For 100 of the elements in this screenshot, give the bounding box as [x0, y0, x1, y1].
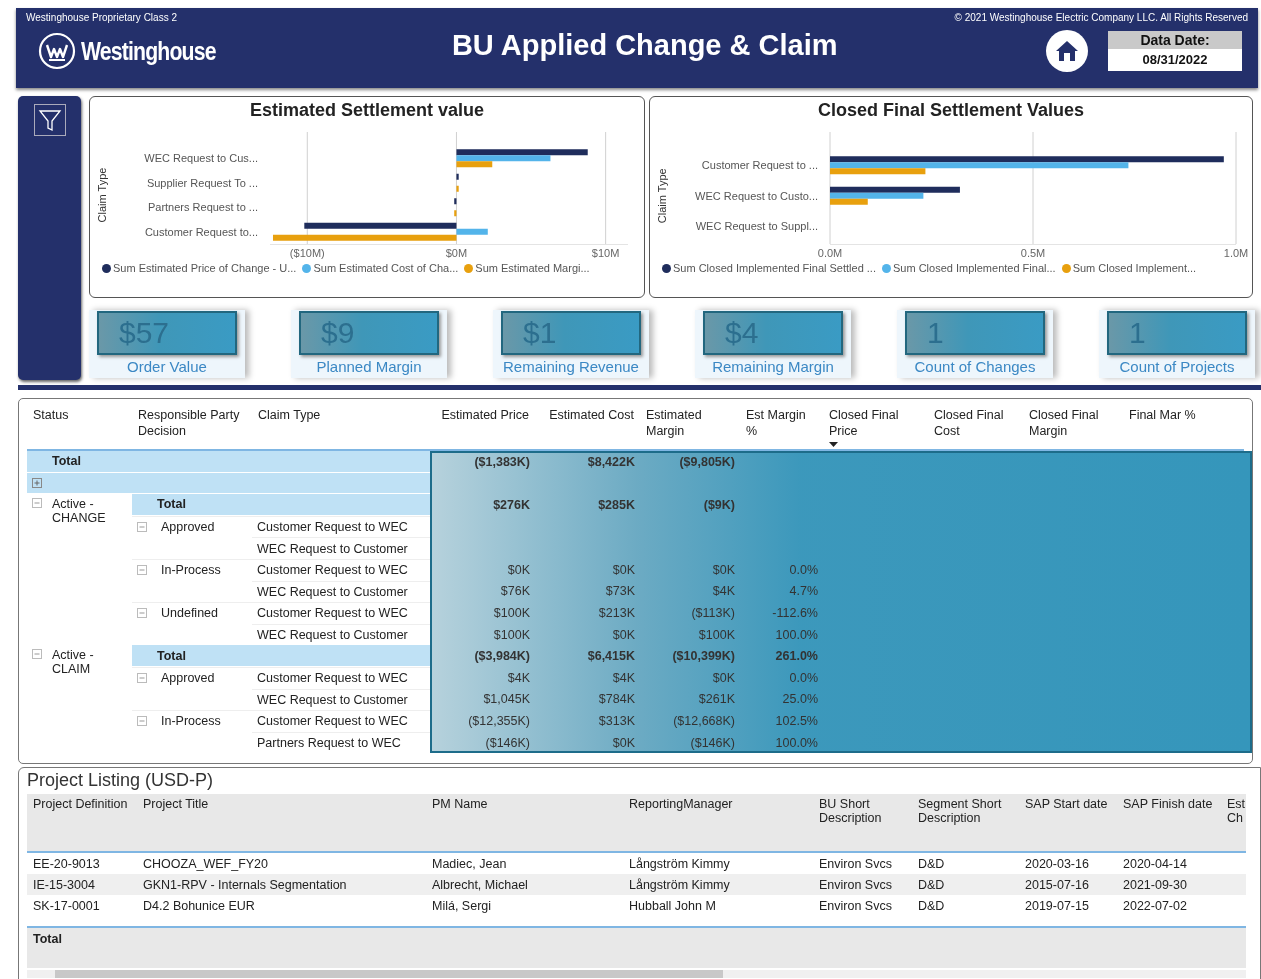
- collapse-icon[interactable]: [32, 649, 42, 660]
- table-cell: $276K: [493, 498, 530, 512]
- table-cell: Environ Svcs: [819, 877, 892, 892]
- column-header[interactable]: Estimated Price: [436, 407, 529, 431]
- chart-title: Estimated Settlement value: [248, 100, 486, 122]
- table-cell: Environ Svcs: [819, 898, 892, 913]
- column-header[interactable]: Project Title: [143, 797, 420, 819]
- table-cell: 100.0%: [775, 735, 818, 750]
- table-cell: Environ Svcs: [819, 856, 892, 871]
- table-cell: Hubball John M: [629, 898, 716, 913]
- table-cell: $285K: [598, 498, 635, 512]
- collapse-icon[interactable]: [137, 608, 147, 619]
- column-header[interactable]: PM Name: [432, 797, 617, 819]
- column-header[interactable]: SAP Start date: [1025, 797, 1111, 819]
- table-cell: $313K: [598, 713, 635, 728]
- column-header[interactable]: SAP Finish date: [1123, 797, 1215, 819]
- classification-label: Westinghouse Proprietary Class 2: [26, 12, 177, 23]
- claim-type-label: Customer Request to WEC: [257, 563, 408, 578]
- kpi-label: Remaining Revenue: [503, 358, 639, 375]
- table-cell: ($12,355K): [468, 713, 530, 728]
- claim-type-label: WEC Request to Customer: [257, 541, 408, 556]
- data-date-value: 08/31/2022: [1142, 51, 1208, 69]
- column-header[interactable]: Closed Final Price: [829, 407, 922, 447]
- collapse-icon[interactable]: [137, 565, 147, 576]
- claim-type-label: WEC Request to Customer: [257, 584, 408, 599]
- tick-label: ($10M): [289, 247, 325, 259]
- column-header[interactable]: Segment Short Description: [918, 797, 1013, 833]
- column-header[interactable]: Closed Final Cost: [934, 407, 1017, 447]
- total-label: Total: [33, 932, 62, 946]
- claim-type-label: Customer Request to WEC: [257, 520, 408, 535]
- table-cell: $0K: [507, 562, 530, 577]
- home-button[interactable]: [1046, 30, 1088, 72]
- column-header[interactable]: ReportingManager: [629, 797, 807, 819]
- column-header[interactable]: Responsible Party Decision: [138, 407, 246, 447]
- table-cell: 2020-03-16: [1025, 856, 1089, 871]
- table-cell: $8,422K: [587, 454, 635, 469]
- column-header[interactable]: Status: [33, 407, 126, 431]
- table-cell: 2021-09-30: [1123, 877, 1187, 892]
- row-label: Total: [51, 454, 81, 469]
- table-cell: $73K: [605, 584, 635, 599]
- expand-icon[interactable]: [32, 477, 42, 488]
- column-header[interactable]: Final Mar %: [1129, 407, 1236, 431]
- column-header[interactable]: Est Ch: [1227, 797, 1243, 833]
- table-cell: $4K: [507, 670, 530, 685]
- table-cell: Långström Kimmy: [629, 856, 730, 871]
- table-cell: 2020-04-14: [1123, 856, 1187, 871]
- kpi-label: Count of Changes: [914, 358, 1036, 375]
- decision-label: In-Process: [161, 563, 221, 578]
- column-header[interactable]: Closed Final Margin: [1029, 407, 1117, 447]
- category-label: Customer Request to ...: [701, 159, 818, 172]
- table-cell: $0K: [712, 670, 735, 685]
- collapse-icon[interactable]: [137, 522, 147, 533]
- tick-label: 0.0M: [817, 247, 843, 259]
- table-cell: $0K: [612, 735, 635, 750]
- table-cell: ($3,984K): [474, 649, 530, 664]
- logo-icon: [38, 32, 76, 70]
- decision-label: In-Process: [161, 714, 221, 729]
- column-header[interactable]: Estimated Margin: [646, 407, 734, 447]
- horizontal-scrollbar[interactable]: [27, 970, 1246, 978]
- category-label: Customer Request to...: [144, 225, 258, 238]
- legend-label: Sum Estimated Price of Change - U...: [113, 262, 297, 274]
- column-header[interactable]: Project Definition: [33, 797, 131, 819]
- column-header[interactable]: Estimated Cost: [541, 407, 634, 431]
- table-cell: $4K: [712, 584, 735, 599]
- collapse-icon[interactable]: [137, 673, 147, 684]
- table-cell: IE-15-3004: [33, 877, 95, 892]
- table-cell: $100K: [493, 627, 530, 642]
- row-label: Total: [156, 648, 186, 663]
- table-cell: D&D: [918, 898, 945, 913]
- claim-type-label: Customer Request to WEC: [257, 714, 408, 729]
- table-cell: 0.0%: [789, 562, 818, 577]
- kpi-label: Count of Projects: [1119, 358, 1235, 375]
- table-cell: 261.0%: [775, 649, 818, 664]
- table-cell: $0K: [612, 627, 635, 642]
- claim-type-label: WEC Request to Customer: [257, 628, 408, 643]
- legend-label: Sum Closed Implemented Final Settled ...: [673, 262, 876, 274]
- table-cell: $784K: [598, 692, 635, 707]
- collapse-icon[interactable]: [32, 498, 42, 509]
- table-cell: 100.0%: [775, 627, 818, 642]
- table-cell: 102.5%: [775, 713, 818, 728]
- sort-icon[interactable]: [829, 442, 838, 447]
- category-label: Partners Request to ...: [147, 201, 258, 214]
- collapse-icon[interactable]: [137, 716, 147, 727]
- decision-label: Approved: [161, 671, 215, 686]
- home-icon[interactable]: [1054, 39, 1080, 63]
- table-cell: 2022-07-02: [1123, 898, 1187, 913]
- legend-label: Sum Closed Implemented Final...: [893, 262, 1056, 274]
- column-header[interactable]: Est Margin %: [746, 407, 817, 447]
- table-cell: D&D: [918, 877, 945, 892]
- column-header[interactable]: BU Short Description: [819, 797, 906, 833]
- column-header[interactable]: Claim Type: [258, 407, 424, 431]
- axis-title: Claim Type: [656, 168, 668, 224]
- table-cell: ($113K): [691, 605, 735, 620]
- panel-title: Project Listing (USD-P): [27, 770, 215, 792]
- table-cell: SK-17-0001: [33, 898, 100, 913]
- table-cell: $213K: [598, 605, 635, 620]
- table-cell: ($12,668K): [673, 713, 735, 728]
- table-cell: EE-20-9013: [33, 856, 100, 871]
- table-cell: ($146K): [690, 735, 735, 750]
- table-cell: 2015-07-16: [1025, 877, 1089, 892]
